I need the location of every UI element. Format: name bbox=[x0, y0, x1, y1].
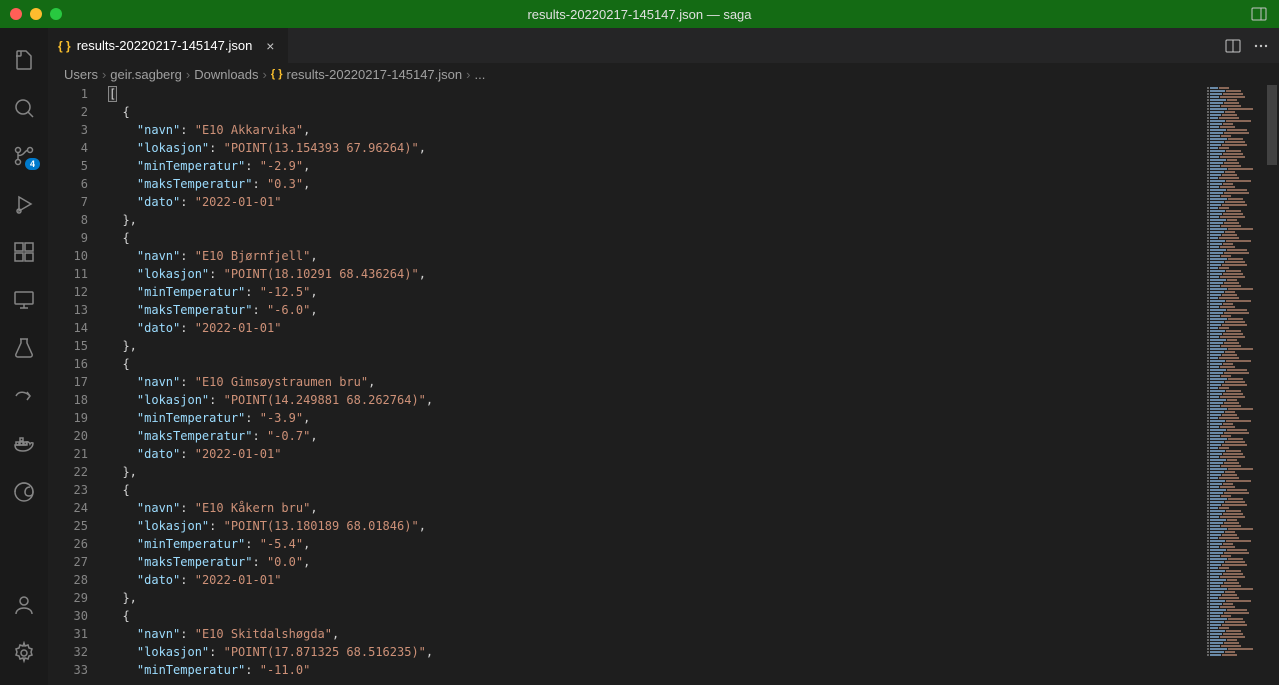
titlebar: results-20220217-145147.json — saga bbox=[0, 0, 1279, 28]
activity-bar: 4 bbox=[0, 28, 48, 685]
more-actions-icon[interactable] bbox=[1253, 38, 1269, 54]
line-number-gutter: 1234567891011121314151617181920212223242… bbox=[48, 85, 108, 685]
share-icon[interactable] bbox=[0, 372, 48, 420]
settings-gear-icon[interactable] bbox=[0, 629, 48, 677]
breadcrumb-item[interactable]: results-20220217-145147.json bbox=[287, 67, 463, 82]
edge-tools-icon[interactable] bbox=[0, 468, 48, 516]
search-icon[interactable] bbox=[0, 84, 48, 132]
breadcrumb-item[interactable]: Downloads bbox=[194, 67, 258, 82]
breadcrumb-item[interactable]: ... bbox=[474, 67, 485, 82]
run-debug-icon[interactable] bbox=[0, 180, 48, 228]
breadcrumbs[interactable]: Users › geir.sagberg › Downloads › { } r… bbox=[48, 63, 1279, 85]
layout-panel-icon[interactable] bbox=[1251, 6, 1267, 22]
tab-filename: results-20220217-145147.json bbox=[77, 38, 253, 53]
maximize-window-button[interactable] bbox=[50, 8, 62, 20]
json-file-icon: { } bbox=[58, 39, 71, 53]
close-window-button[interactable] bbox=[10, 8, 22, 20]
accounts-icon[interactable] bbox=[0, 581, 48, 629]
tab-bar: { } results-20220217-145147.json × bbox=[48, 28, 1279, 63]
minimize-window-button[interactable] bbox=[30, 8, 42, 20]
chevron-right-icon: › bbox=[466, 67, 470, 82]
code-content[interactable]: [ { "navn": "E10 Akkarvika", "lokasjon":… bbox=[108, 85, 1205, 685]
minimap[interactable] bbox=[1205, 85, 1265, 685]
breadcrumb-item[interactable]: Users bbox=[64, 67, 98, 82]
chevron-right-icon: › bbox=[263, 67, 267, 82]
editor-body[interactable]: 1234567891011121314151617181920212223242… bbox=[48, 85, 1279, 685]
extensions-icon[interactable] bbox=[0, 228, 48, 276]
chevron-right-icon: › bbox=[102, 67, 106, 82]
editor-area: { } results-20220217-145147.json × Users… bbox=[48, 28, 1279, 685]
tab-close-button[interactable]: × bbox=[262, 38, 278, 54]
scm-badge: 4 bbox=[25, 158, 40, 170]
chevron-right-icon: › bbox=[186, 67, 190, 82]
tab-results-json[interactable]: { } results-20220217-145147.json × bbox=[48, 28, 289, 63]
vertical-scrollbar[interactable] bbox=[1265, 85, 1279, 685]
source-control-icon[interactable]: 4 bbox=[0, 132, 48, 180]
json-file-icon: { } bbox=[271, 68, 283, 80]
window-controls bbox=[0, 8, 62, 20]
remote-explorer-icon[interactable] bbox=[0, 276, 48, 324]
explorer-icon[interactable] bbox=[0, 36, 48, 84]
scrollbar-thumb[interactable] bbox=[1267, 85, 1277, 165]
testing-icon[interactable] bbox=[0, 324, 48, 372]
breadcrumb-item[interactable]: geir.sagberg bbox=[110, 67, 182, 82]
titlebar-actions bbox=[1251, 6, 1267, 22]
window-title: results-20220217-145147.json — saga bbox=[527, 7, 751, 22]
docker-icon[interactable] bbox=[0, 420, 48, 468]
main-area: 4 bbox=[0, 28, 1279, 685]
split-editor-icon[interactable] bbox=[1225, 38, 1241, 54]
